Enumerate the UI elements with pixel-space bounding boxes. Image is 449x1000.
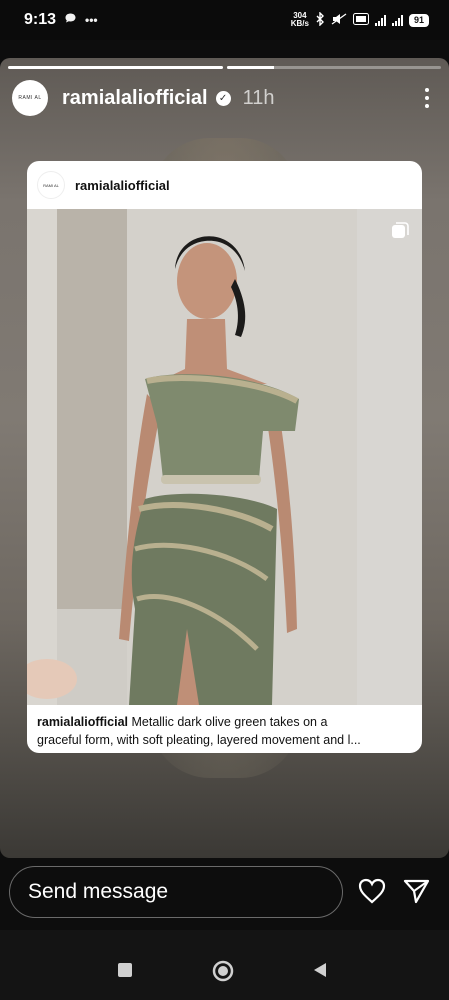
caption-line-1: ramialaliofficial Metallic dark olive gr… xyxy=(37,713,412,731)
send-message-input[interactable]: Send message xyxy=(9,866,343,918)
chat-bubble-icon xyxy=(64,12,77,28)
mute-icon xyxy=(331,12,347,28)
story-progress xyxy=(8,66,441,69)
navigation-bar xyxy=(0,930,449,1000)
card-username: ramialaliofficial xyxy=(75,177,170,193)
net-speed: 304 KB/s xyxy=(291,12,309,28)
reply-bar: Send message xyxy=(0,858,449,930)
story-header: RAMI AL ramialaliofficial ✓ 11h xyxy=(12,78,437,118)
heart-icon[interactable] xyxy=(358,878,386,909)
recents-icon[interactable] xyxy=(117,962,133,983)
post-caption: ramialaliofficial Metallic dark olive gr… xyxy=(27,705,422,753)
caption-username: ramialaliofficial xyxy=(37,715,129,729)
card-avatar: RAMI AL xyxy=(37,171,65,199)
progress-segment xyxy=(226,66,441,69)
bluetooth-icon xyxy=(315,10,325,29)
model-photo xyxy=(27,209,422,705)
progress-segment xyxy=(8,66,223,69)
multi-photo-icon xyxy=(390,221,410,246)
card-header: RAMI AL ramialaliofficial xyxy=(27,161,422,209)
volte-icon xyxy=(352,12,369,28)
avatar[interactable]: RAMI AL xyxy=(12,80,48,116)
caption-line-2: graceful form, with soft pleating, layer… xyxy=(37,733,361,747)
signal-4g-icon xyxy=(374,14,386,26)
more-dots-icon: ••• xyxy=(85,13,98,27)
shared-post-card[interactable]: RAMI AL ramialaliofficial ramialalioffic… xyxy=(27,161,422,753)
net-speed-unit: KB/s xyxy=(290,19,309,28)
status-time: 9:13 xyxy=(24,11,57,28)
story-username[interactable]: ramialaliofficial xyxy=(62,87,208,110)
story-time: 11h xyxy=(242,86,275,109)
post-photo xyxy=(27,209,422,705)
status-bar: 9:13 ••• 304 KB/s 91 xyxy=(0,0,449,40)
caption-text-1: Metallic dark olive green takes on a xyxy=(128,715,328,729)
battery-indicator: 91 xyxy=(408,13,429,27)
home-icon[interactable] xyxy=(212,960,234,987)
verified-icon: ✓ xyxy=(215,90,231,106)
send-icon[interactable] xyxy=(402,878,430,909)
more-options-icon[interactable] xyxy=(417,88,437,108)
signal-icon xyxy=(391,14,403,26)
back-icon[interactable] xyxy=(312,962,328,983)
story-viewer[interactable]: RAMI AL ramialaliofficial ✓ 11h RAMI AL … xyxy=(0,58,449,858)
